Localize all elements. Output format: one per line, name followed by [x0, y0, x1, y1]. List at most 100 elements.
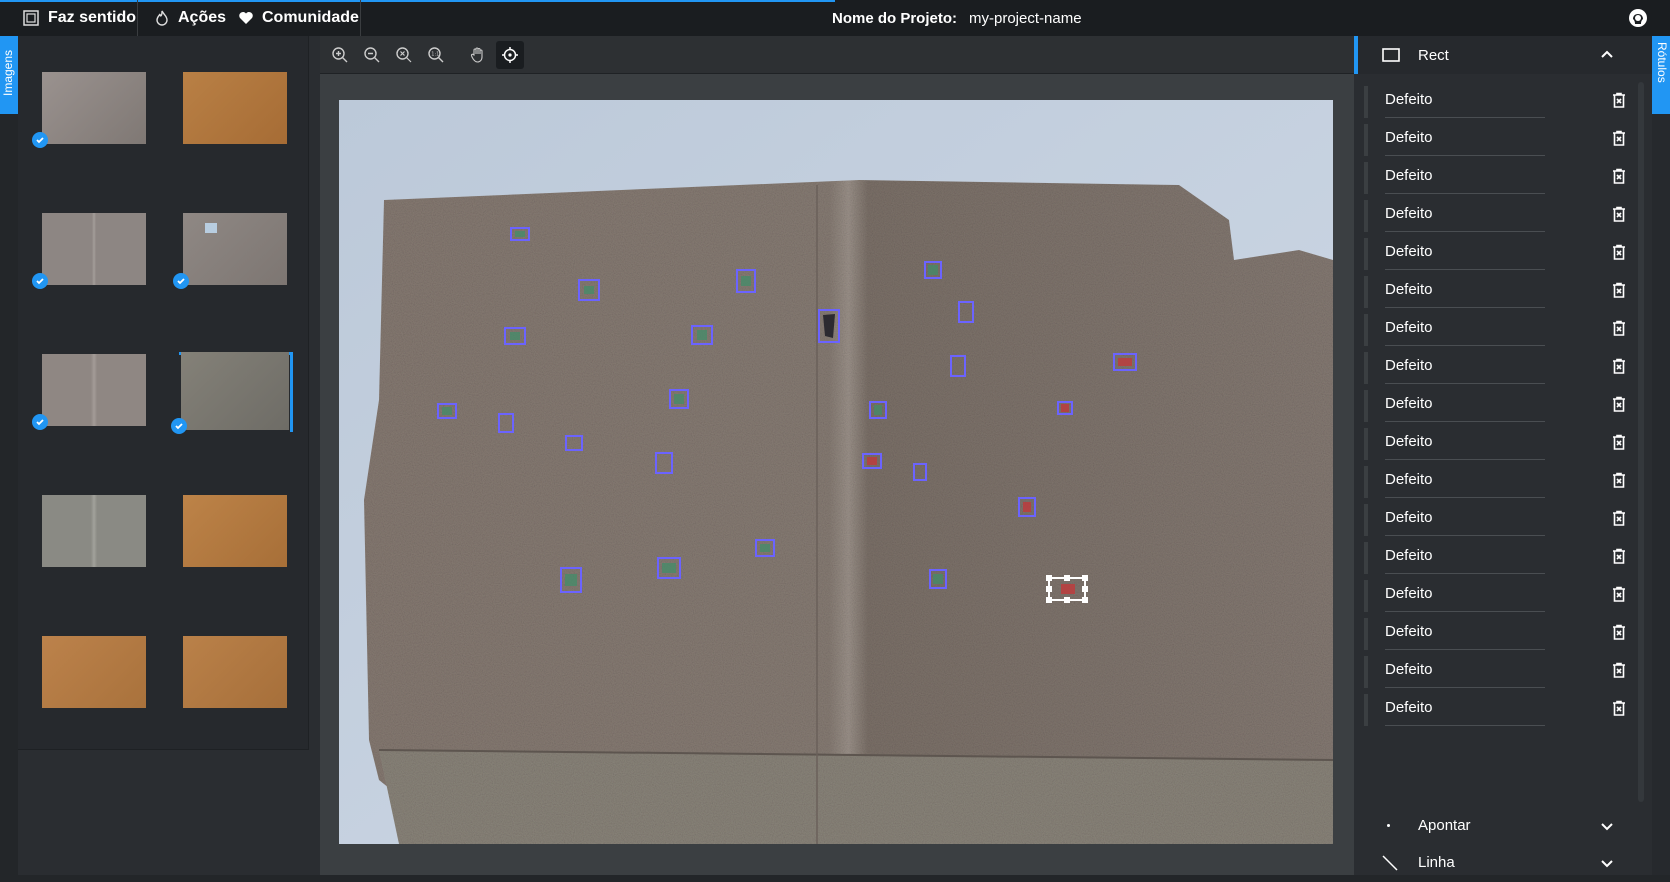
github-icon[interactable]: [1628, 8, 1648, 28]
delete-icon[interactable]: [1611, 320, 1627, 336]
label-text[interactable]: Defeito: [1385, 120, 1545, 156]
delete-icon[interactable]: [1611, 624, 1627, 640]
label-row[interactable]: Defeito: [1364, 310, 1634, 350]
svg-text:1:1: 1:1: [431, 52, 439, 58]
label-text[interactable]: Defeito: [1385, 196, 1545, 232]
label-text[interactable]: Defeito: [1385, 310, 1545, 346]
thumbnail-3[interactable]: [18, 177, 168, 327]
label-row[interactable]: Defeito: [1364, 576, 1634, 616]
thumbnail-image: [42, 495, 146, 567]
zoom-fit-icon[interactable]: [390, 41, 418, 69]
tab-images-label: Imagens: [1, 49, 15, 96]
delete-icon[interactable]: [1611, 130, 1627, 146]
label-row[interactable]: Defeito: [1364, 424, 1634, 464]
label-row[interactable]: Defeito: [1364, 120, 1634, 160]
chevron-down-icon[interactable]: [1600, 819, 1614, 833]
annotation-canvas-area: 1:1: [320, 36, 1354, 875]
delete-icon[interactable]: [1611, 472, 1627, 488]
label-row[interactable]: Defeito: [1364, 538, 1634, 578]
label-row[interactable]: Defeito: [1364, 652, 1634, 692]
label-text[interactable]: Defeito: [1385, 158, 1545, 194]
label-row[interactable]: Defeito: [1364, 690, 1634, 730]
label-text[interactable]: Defeito: [1385, 386, 1545, 422]
label-row[interactable]: Defeito: [1364, 234, 1634, 274]
check-icon: [32, 273, 48, 289]
thumbnail-2[interactable]: [159, 36, 309, 186]
menu-comunidade[interactable]: Comunidade: [238, 0, 359, 36]
delete-icon[interactable]: [1611, 396, 1627, 412]
label-row[interactable]: Defeito: [1364, 82, 1634, 122]
chevron-down-icon[interactable]: [1600, 856, 1614, 870]
thumbnail-9[interactable]: [18, 600, 168, 750]
label-text[interactable]: Defeito: [1385, 500, 1545, 536]
zoom-in-icon[interactable]: [326, 41, 354, 69]
delete-icon[interactable]: [1611, 168, 1627, 184]
annotated-image[interactable]: [339, 100, 1333, 844]
check-icon: [32, 132, 48, 148]
label-row[interactable]: Defeito: [1364, 500, 1634, 540]
thumbnail-1[interactable]: [18, 36, 168, 186]
delete-icon[interactable]: [1611, 510, 1627, 526]
delete-icon[interactable]: [1611, 92, 1627, 108]
thumbnail-6-selected[interactable]: [159, 318, 309, 468]
tab-images[interactable]: Imagens: [0, 36, 18, 114]
rectangle-icon: [1382, 48, 1400, 67]
label-text[interactable]: Defeito: [1385, 82, 1545, 118]
label-text[interactable]: Defeito: [1385, 538, 1545, 574]
thumbnail-4[interactable]: [159, 177, 309, 327]
delete-icon[interactable]: [1611, 700, 1627, 716]
thumbnail-5[interactable]: [18, 318, 168, 468]
menu-label: Comunidade: [262, 9, 359, 26]
line-icon: [1382, 855, 1398, 876]
zoom-reset-icon[interactable]: 1:1: [422, 41, 450, 69]
label-row[interactable]: Defeito: [1364, 614, 1634, 654]
thumbnail-image: [42, 72, 146, 144]
thumbnail-10[interactable]: [159, 600, 309, 750]
label-row[interactable]: Defeito: [1364, 386, 1634, 426]
delete-icon[interactable]: [1611, 358, 1627, 374]
label-text[interactable]: Defeito: [1385, 690, 1545, 726]
thumbnail-image: [183, 495, 287, 567]
line-section-header[interactable]: Linha: [1354, 844, 1652, 882]
menu-faz-sentido[interactable]: Faz sentido: [22, 0, 136, 36]
label-text[interactable]: Defeito: [1385, 614, 1545, 650]
label-row[interactable]: Defeito: [1364, 158, 1634, 198]
menu-acoes[interactable]: Ações: [154, 0, 226, 36]
tab-labels[interactable]: Rótulos: [1652, 36, 1670, 114]
zoom-out-icon[interactable]: [358, 41, 386, 69]
thumbnail-image: [181, 352, 289, 430]
label-text[interactable]: Defeito: [1385, 462, 1545, 498]
heart-icon: [238, 10, 254, 26]
top-bar: Faz sentido Ações Comunidade Nome do Pro…: [0, 0, 1670, 36]
thumbnail-8[interactable]: [159, 459, 309, 609]
label-row[interactable]: Defeito: [1364, 272, 1634, 312]
thumbnail-7[interactable]: [18, 459, 168, 609]
label-text[interactable]: Defeito: [1385, 348, 1545, 384]
label-text[interactable]: Defeito: [1385, 576, 1545, 612]
hand-icon[interactable]: [464, 41, 492, 69]
canvas-toolbar: 1:1: [320, 36, 1354, 74]
label-text[interactable]: Defeito: [1385, 652, 1545, 688]
delete-icon[interactable]: [1611, 548, 1627, 564]
label-text[interactable]: Defeito: [1385, 272, 1545, 308]
delete-icon[interactable]: [1611, 282, 1627, 298]
project-name[interactable]: my-project-name: [969, 10, 1082, 27]
label-text[interactable]: Defeito: [1385, 234, 1545, 270]
label-row[interactable]: Defeito: [1364, 196, 1634, 236]
label-text[interactable]: Defeito: [1385, 424, 1545, 460]
rect-title: Rect: [1418, 46, 1449, 64]
label-row[interactable]: Defeito: [1364, 462, 1634, 502]
label-row[interactable]: Defeito: [1364, 348, 1634, 388]
chevron-up-icon[interactable]: [1600, 48, 1614, 62]
check-icon: [173, 273, 189, 289]
delete-icon[interactable]: [1611, 662, 1627, 678]
check-icon: [32, 414, 48, 430]
point-section-header[interactable]: Apontar: [1354, 807, 1652, 845]
delete-icon[interactable]: [1611, 586, 1627, 602]
label-list-scrollbar[interactable]: [1638, 82, 1644, 802]
delete-icon[interactable]: [1611, 206, 1627, 222]
delete-icon[interactable]: [1611, 434, 1627, 450]
crosshair-icon[interactable]: [496, 41, 524, 69]
rect-section-header[interactable]: Rect: [1354, 36, 1652, 74]
delete-icon[interactable]: [1611, 244, 1627, 260]
